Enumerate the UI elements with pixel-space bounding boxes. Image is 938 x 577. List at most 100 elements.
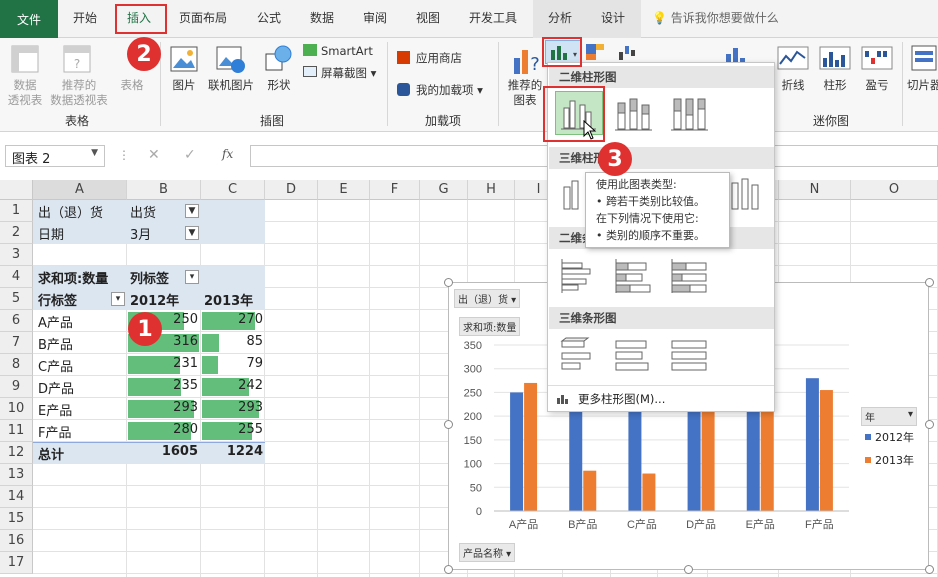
- row-header-12[interactable]: 12: [0, 442, 33, 464]
- chart-resize-handle[interactable]: [444, 565, 453, 574]
- row-header-13[interactable]: 13: [0, 464, 33, 486]
- chart-resize-handle[interactable]: [925, 420, 934, 429]
- row-header-2[interactable]: 2: [0, 222, 33, 244]
- column-header-a[interactable]: A: [33, 180, 127, 200]
- online-picture-button[interactable]: 联机图片: [205, 78, 257, 93]
- enter-icon[interactable]: ✓: [184, 147, 196, 163]
- tab-design[interactable]: 设计: [601, 9, 625, 26]
- sparkline-line-button[interactable]: 折线: [778, 78, 808, 93]
- row-header-11[interactable]: 11: [0, 420, 33, 442]
- column-header-c[interactable]: C: [201, 180, 265, 200]
- recommended-charts-button[interactable]: 推荐的 图表: [505, 78, 545, 108]
- column-header-b[interactable]: B: [127, 180, 201, 200]
- step-badge-3: 3: [598, 142, 632, 176]
- recommended-pivot-button[interactable]: 推荐的 数据透视表: [48, 78, 110, 108]
- row-header-5[interactable]: 5: [0, 288, 33, 310]
- column-header-g[interactable]: G: [420, 180, 468, 200]
- column-header-n[interactable]: N: [779, 180, 851, 200]
- chart-resize-handle[interactable]: [925, 565, 934, 574]
- tab-review[interactable]: 审阅: [363, 9, 387, 26]
- filter-dropdown-icon[interactable]: ▼: [185, 204, 199, 218]
- row-header-14[interactable]: 14: [0, 486, 33, 508]
- chart-axis-field-button[interactable]: 产品名称 ▾: [459, 543, 516, 562]
- chart-legend-field-button[interactable]: 年 ▾: [861, 407, 917, 426]
- tab-developer[interactable]: 开发工具: [469, 9, 517, 26]
- chart-bar-2012[interactable]: [687, 399, 701, 511]
- tell-me-box[interactable]: 💡 告诉我你想要做什么: [652, 9, 779, 26]
- stacked-column-icon[interactable]: [610, 93, 656, 135]
- my-addins-button[interactable]: 我的加载项 ▾: [416, 83, 483, 98]
- row-label-dropdown-icon[interactable]: ▾: [111, 292, 125, 306]
- row-header-7[interactable]: 7: [0, 332, 33, 354]
- table-button[interactable]: 表格: [117, 78, 147, 93]
- 100-stacked-column-icon[interactable]: [666, 93, 712, 135]
- 3d-100-stacked-bar-icon[interactable]: [666, 333, 712, 375]
- pivot-row-label: 行标签: [38, 293, 78, 309]
- chart-resize-handle[interactable]: [684, 565, 693, 574]
- row-header-8[interactable]: 8: [0, 354, 33, 376]
- 3d-clustered-bar-icon[interactable]: [556, 333, 602, 375]
- row-header-4[interactable]: 4: [0, 266, 33, 288]
- more-column-charts-link[interactable]: 更多柱形图(M)...: [556, 391, 665, 407]
- tab-view[interactable]: 视图: [416, 9, 440, 26]
- slicer-button[interactable]: 切片器: [907, 78, 938, 93]
- chart-filter-field-button[interactable]: 出（退）货 ▾: [454, 289, 521, 308]
- row-header-6[interactable]: 6: [0, 310, 33, 332]
- x-tick-label: D产品: [686, 517, 716, 531]
- chart-resize-handle[interactable]: [444, 420, 453, 429]
- row-header-10[interactable]: 10: [0, 398, 33, 420]
- chart-bar-2013[interactable]: [642, 473, 656, 511]
- column-header-o[interactable]: O: [851, 180, 938, 200]
- column-header-f[interactable]: F: [370, 180, 420, 200]
- name-box[interactable]: 图表 2 ▼: [5, 145, 105, 167]
- pivot-row-label: B产品: [38, 337, 73, 353]
- tooltip-title: 使用此图表类型:: [596, 178, 677, 191]
- y-tick-label: 50: [470, 482, 482, 494]
- screenshot-button[interactable]: 屏幕截图 ▾: [321, 66, 376, 81]
- column-header-d[interactable]: D: [265, 180, 318, 200]
- chart-bar-2013[interactable]: [819, 390, 833, 511]
- 3d-stacked-bar-icon[interactable]: [610, 333, 656, 375]
- 3d-column-icon[interactable]: [724, 173, 770, 215]
- chart-bar-2012[interactable]: [510, 392, 524, 511]
- y-tick-label: 250: [464, 387, 482, 399]
- column-label-dropdown-icon[interactable]: ▾: [185, 270, 199, 284]
- chart-bar-2012[interactable]: [805, 378, 819, 511]
- row-header-16[interactable]: 16: [0, 530, 33, 552]
- sparkline-winloss-button[interactable]: 盈亏: [862, 78, 892, 93]
- pivot-value-cell: 280: [173, 422, 198, 437]
- stacked-bar-icon[interactable]: [610, 255, 656, 297]
- pivot-table-button[interactable]: 数据 透视表: [5, 78, 45, 108]
- row-header-15[interactable]: 15: [0, 508, 33, 530]
- function-icon[interactable]: fx: [222, 147, 233, 161]
- cancel-icon[interactable]: ✕: [148, 147, 160, 163]
- row-header-1[interactable]: 1: [0, 200, 33, 222]
- smartart-button[interactable]: SmartArt: [321, 44, 373, 59]
- 100-stacked-bar-icon[interactable]: [666, 255, 712, 297]
- sparkline-column-button[interactable]: 柱形: [820, 78, 850, 93]
- clustered-bar-icon[interactable]: [556, 255, 602, 297]
- tab-page-layout[interactable]: 页面布局: [179, 9, 227, 26]
- chart-bar-2012[interactable]: [628, 401, 642, 511]
- column-header-h[interactable]: H: [468, 180, 515, 200]
- chart-resize-handle[interactable]: [444, 278, 453, 287]
- select-all-corner[interactable]: [0, 180, 33, 200]
- column-header-e[interactable]: E: [318, 180, 370, 200]
- chart-resize-handle[interactable]: [925, 278, 934, 287]
- chart-value-field-button[interactable]: 求和项:数量: [459, 317, 521, 336]
- store-button[interactable]: 应用商店: [416, 51, 462, 66]
- row-header-17[interactable]: 17: [0, 552, 33, 574]
- tab-home[interactable]: 开始: [73, 9, 97, 26]
- picture-button[interactable]: 图片: [168, 78, 200, 93]
- row-header-3[interactable]: 3: [0, 244, 33, 266]
- tab-analyze[interactable]: 分析: [548, 9, 572, 26]
- tab-data[interactable]: 数据: [310, 9, 334, 26]
- shapes-button[interactable]: 形状: [263, 78, 295, 93]
- chart-bar-2013[interactable]: [701, 396, 715, 511]
- tab-formulas[interactable]: 公式: [257, 9, 281, 26]
- tab-file[interactable]: 文件: [0, 0, 58, 38]
- row-header-9[interactable]: 9: [0, 376, 33, 398]
- chart-bar-2013[interactable]: [524, 382, 538, 511]
- chart-bar-2013[interactable]: [583, 470, 597, 511]
- filter-dropdown-icon[interactable]: ▼: [185, 226, 199, 240]
